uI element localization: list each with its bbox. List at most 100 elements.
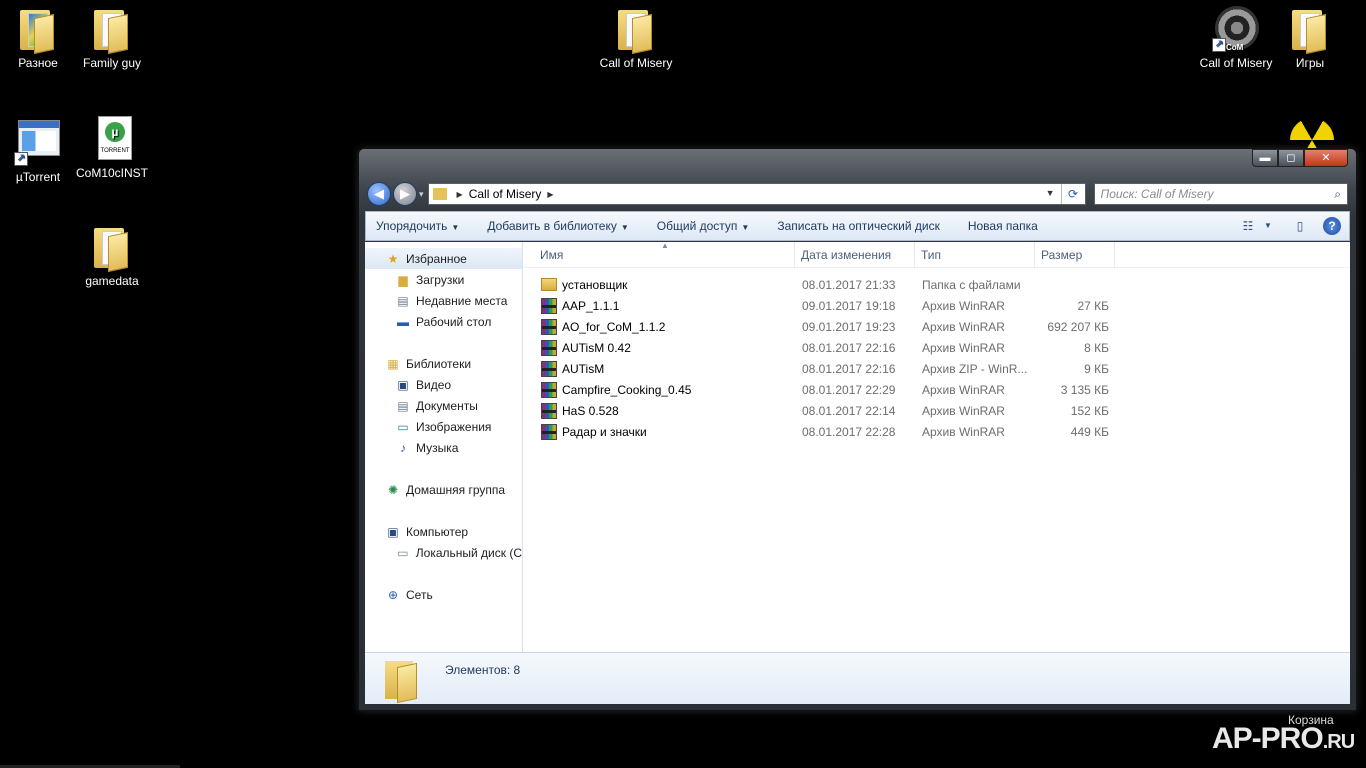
help-icon[interactable]: ? [1323, 217, 1341, 235]
sidebar-item-network[interactable]: ⊕ Сеть [365, 584, 522, 605]
refresh-icon[interactable]: ⟳ [1060, 184, 1085, 204]
breadcrumb-arrow-icon[interactable]: ▶ [457, 190, 463, 199]
sidebar-item-recent[interactable]: ▤ Недавние места [365, 290, 522, 311]
command-bar: Упорядочить ▼ Добавить в библиотеку ▼ Общи… [365, 211, 1350, 241]
close-button[interactable]: ✕ [1304, 149, 1348, 167]
desktop-icon-label: µTorrent [15, 170, 61, 184]
minimize-button[interactable]: ▬ [1252, 149, 1278, 167]
table-row[interactable]: AUTisM 08.01.2017 22:16 Архив ZIP - WinR… [523, 358, 1350, 379]
folder-icon [20, 10, 54, 55]
address-bar[interactable]: ▶ Call of Misery ▶ ▼ ⟳ [427, 183, 1086, 205]
file-date: 08.01.2017 22:29 [802, 382, 896, 397]
column-header-date[interactable]: Дата изменения [795, 241, 915, 268]
folder-icon [385, 661, 417, 704]
desktop-icon-label: Family guy [82, 56, 141, 70]
add-to-library-button[interactable]: Добавить в библиотеку ▼ [487, 219, 628, 233]
utorrent-app-icon [18, 120, 60, 156]
desktop-icon-com10cinst[interactable]: µ TORRENT CoM10cINST [74, 116, 150, 181]
chevron-down-icon: ▼ [451, 223, 460, 232]
sidebar-item-label: Избранное [406, 251, 467, 266]
address-dropdown-icon[interactable]: ▼ [1046, 188, 1055, 198]
sidebar-item-local-disk[interactable]: ▭ Локальный диск (C [365, 542, 522, 563]
breadcrumb-arrow-icon[interactable]: ▶ [547, 190, 553, 199]
file-name: AUTisM [562, 361, 605, 376]
shortcut-arrow-icon: ↗ [1212, 38, 1226, 52]
file-name: AO_for_CoM_1.1.2 [562, 319, 666, 334]
radiation-icon [1290, 118, 1334, 148]
navigation-pane: ★ Избранное ▆ Загрузки ▤ Недавние места ▬ Ра… [365, 242, 523, 652]
organize-button[interactable]: Упорядочить ▼ [376, 219, 459, 233]
sidebar-item-label: Локальный диск (C [415, 545, 522, 560]
desktop-icon-label: Call of Misery [1199, 56, 1273, 70]
table-row[interactable]: AAP_1.1.1 09.01.2017 19:18 Архив WinRAR … [523, 295, 1350, 316]
file-date: 09.01.2017 19:18 [802, 298, 896, 313]
desktop-icon-utorrent[interactable]: ↗ µTorrent [0, 120, 76, 185]
file-date: 08.01.2017 22:16 [802, 361, 896, 376]
search-icon[interactable]: ⌕ [1334, 187, 1341, 202]
preview-pane-icon[interactable]: ▯ [1291, 217, 1309, 235]
table-row[interactable]: HaS 0.528 08.01.2017 22:14 Архив WinRAR … [523, 400, 1350, 421]
new-folder-button[interactable]: Новая папка [968, 219, 1038, 233]
folder-icon [1292, 10, 1326, 55]
recent-pages-dropdown-icon[interactable]: ▾ [419, 189, 424, 200]
desktop-icon-gamedata[interactable]: gamedata [74, 224, 150, 289]
column-header-type[interactable]: Тип [915, 241, 1035, 268]
table-row[interactable]: установщик 08.01.2017 21:33 Папка с файл… [523, 274, 1350, 295]
view-dropdown-icon[interactable]: ▼ [1259, 217, 1277, 235]
sidebar-item-computer[interactable]: ▣ Компьютер [365, 521, 522, 542]
file-type: Архив WinRAR [922, 424, 1005, 439]
sidebar-item-homegroup[interactable]: ✺ Домашняя группа [365, 479, 522, 500]
sidebar-item-downloads[interactable]: ▆ Загрузки [365, 269, 522, 290]
sidebar-item-label: Библиотеки [406, 356, 472, 371]
sidebar-item-label: Недавние места [416, 293, 508, 308]
explorer-window[interactable]: ▬ ◻ ✕ ◀ ▶ ▾ ▶ Call of Misery ▶ ▼ ⟳ ⌕ Упо… [358, 148, 1357, 711]
desktop-icon-label: Разное [18, 56, 58, 70]
table-row[interactable]: AO_for_CoM_1.1.2 09.01.2017 19:23 Архив … [523, 316, 1350, 337]
winrar-archive-icon [541, 423, 557, 440]
file-type: Архив WinRAR [922, 403, 1005, 418]
details-pane: Элементов: 8 [365, 652, 1350, 704]
table-row[interactable]: Campfire_Cooking_0.45 08.01.2017 22:29 А… [523, 379, 1350, 400]
star-icon: ★ [387, 251, 399, 266]
library-icon: ▦ [387, 356, 399, 371]
sidebar-item-music[interactable]: ♪ Музыка [365, 437, 522, 458]
desktop-icon-call-of-misery-shortcut[interactable]: CoM ↗ Call of Misery [1198, 6, 1274, 71]
view-options-icon[interactable]: ☷ [1239, 217, 1257, 235]
maximize-button[interactable]: ◻ [1278, 149, 1304, 167]
file-name: Campfire_Cooking_0.45 [562, 382, 692, 397]
column-header-size[interactable]: Размер [1035, 241, 1115, 268]
file-size: 8 КБ [1084, 340, 1109, 355]
breadcrumb-current[interactable]: Call of Misery [469, 187, 542, 201]
com-badge: CoM [1226, 43, 1244, 52]
sidebar-item-libraries[interactable]: ▦ Библиотеки [365, 353, 522, 374]
desktop-icon-raznoe[interactable]: Разное [0, 6, 76, 71]
watermark-suffix: .RU [1322, 731, 1355, 753]
sort-ascending-icon: ▲ [661, 241, 669, 250]
search-box[interactable]: ⌕ [1093, 183, 1348, 205]
network-icon: ⊕ [387, 587, 399, 602]
back-button[interactable]: ◀ [367, 182, 391, 206]
desktop-icon-igry[interactable]: Игры [1272, 6, 1348, 71]
documents-icon: ▤ [397, 398, 409, 413]
file-size: 692 207 КБ [1047, 319, 1109, 334]
sidebar-item-favorites[interactable]: ★ Избранное [365, 248, 522, 269]
sidebar-item-label: Компьютер [406, 524, 469, 539]
forward-button[interactable]: ▶ [393, 182, 417, 206]
burn-button[interactable]: Записать на оптический диск [777, 219, 940, 233]
sidebar-item-pictures[interactable]: ▭ Изображения [365, 416, 522, 437]
file-date: 08.01.2017 21:33 [802, 277, 896, 292]
desktop-icon-family-guy[interactable]: Family guy [74, 6, 150, 71]
table-row[interactable]: Радар и значки 08.01.2017 22:28 Архив Wi… [523, 421, 1350, 442]
table-row[interactable]: AUTisM 0.42 08.01.2017 22:16 Архив WinRA… [523, 337, 1350, 358]
sidebar-item-documents[interactable]: ▤ Документы [365, 395, 522, 416]
chevron-down-icon: ▼ [620, 223, 629, 232]
organize-label: Упорядочить [376, 219, 448, 233]
column-header-name[interactable]: Имя [523, 241, 795, 268]
share-button[interactable]: Общий доступ ▼ [657, 219, 750, 233]
winrar-archive-icon [541, 381, 557, 398]
desktop-icon-call-of-misery-folder[interactable]: Call of Misery [598, 6, 674, 71]
sidebar-item-video[interactable]: ▣ Видео [365, 374, 522, 395]
sidebar-item-desktop[interactable]: ▬ Рабочий стол [365, 311, 522, 332]
watermark-logo: AP-PRO.RU [1212, 722, 1355, 756]
search-input[interactable] [1100, 187, 1301, 201]
